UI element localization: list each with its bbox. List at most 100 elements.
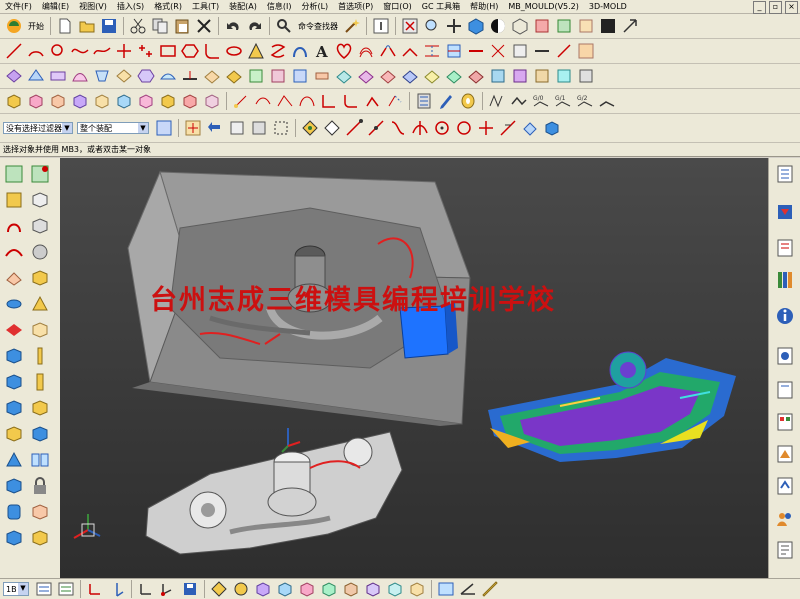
menu-analysis[interactable]: 分析(L) (296, 0, 333, 14)
through-curves-icon[interactable] (27, 67, 45, 85)
bom-icon[interactable] (4, 476, 24, 496)
hole-icon[interactable] (203, 92, 221, 110)
g0-continuity-icon[interactable]: G/0 (532, 92, 550, 110)
sketch-plane-icon[interactable] (30, 164, 50, 184)
drawing-icon[interactable] (30, 528, 50, 548)
wrap-curve-icon[interactable] (511, 42, 529, 60)
menu-mb-mould[interactable]: MB_MOULD(V5.2) (503, 0, 584, 14)
continuity-check-icon[interactable] (598, 92, 616, 110)
select-face-icon[interactable] (228, 119, 246, 137)
history-icon[interactable] (775, 346, 795, 366)
sketch-icon[interactable] (276, 92, 294, 110)
trim-sketch-icon[interactable] (364, 92, 382, 110)
surface-analysis-icon[interactable] (467, 67, 485, 85)
point-set-icon[interactable] (137, 42, 155, 60)
measure-angle-icon[interactable] (459, 580, 477, 598)
block-icon[interactable] (30, 268, 50, 288)
measure-distance-icon[interactable] (437, 580, 455, 598)
selection-filter-dropdown[interactable]: 没有选择过滤器 ▼ (3, 122, 73, 134)
back-arrow-icon[interactable] (206, 119, 224, 137)
open-folder-icon[interactable] (78, 17, 96, 35)
runner-icon[interactable] (30, 398, 50, 418)
move-object-icon[interactable] (210, 580, 228, 598)
menu-preferences[interactable]: 首选项(P) (333, 0, 378, 14)
gate-icon[interactable] (4, 398, 24, 418)
curve-rule-icon[interactable] (510, 92, 528, 110)
mirror-object-icon[interactable] (254, 580, 272, 598)
boolean-intersect-icon[interactable] (93, 92, 111, 110)
iso-view-icon[interactable] (467, 17, 485, 35)
wireframe-icon[interactable] (511, 17, 529, 35)
datum-axis-icon[interactable] (254, 92, 272, 110)
arc-center-icon[interactable] (433, 119, 451, 137)
pattern-icon[interactable] (415, 92, 433, 110)
color-icon[interactable] (599, 17, 617, 35)
pencil-icon[interactable] (437, 92, 455, 110)
trim-curve-icon[interactable] (555, 42, 573, 60)
through-mesh-icon[interactable] (49, 67, 67, 85)
shape-icon[interactable] (335, 42, 353, 60)
restore-icon[interactable]: ▫ (769, 1, 782, 14)
minimize-icon[interactable]: _ (753, 1, 766, 14)
x-form-icon[interactable] (357, 67, 375, 85)
g2-continuity-icon[interactable]: G/2 (576, 92, 594, 110)
cut-icon[interactable] (129, 17, 147, 35)
sketch-curve-icon[interactable] (298, 92, 316, 110)
extrude-icon[interactable] (5, 92, 23, 110)
wcs-save-icon[interactable] (181, 580, 199, 598)
swept-icon[interactable] (71, 67, 89, 85)
menu-tools[interactable]: 工具(T) (187, 0, 224, 14)
trim-sheet-icon[interactable] (225, 67, 243, 85)
drum-icon[interactable] (4, 502, 24, 522)
section-curve-icon[interactable] (467, 42, 485, 60)
electrode-icon[interactable] (30, 372, 50, 392)
close-icon[interactable]: × (785, 1, 798, 14)
sphere-icon[interactable] (30, 242, 50, 262)
face-blend-icon[interactable] (335, 67, 353, 85)
intersection-point-icon[interactable] (411, 119, 429, 137)
menu-view[interactable]: 视图(V) (74, 0, 112, 14)
book-icon[interactable] (30, 450, 50, 470)
layer-settings-icon[interactable] (35, 580, 53, 598)
extract-curve-icon[interactable] (489, 42, 507, 60)
menu-edit[interactable]: 编辑(E) (37, 0, 74, 14)
rectangle-icon[interactable] (159, 42, 177, 60)
end-point-icon[interactable] (345, 119, 363, 137)
show-icon[interactable] (555, 17, 573, 35)
redo-icon[interactable] (246, 17, 264, 35)
nx5-icon[interactable] (4, 320, 24, 340)
menu-gc-toolkit[interactable]: GC 工具箱 (417, 0, 465, 14)
boolean-subtract-icon[interactable] (71, 92, 89, 110)
cylinder-icon[interactable] (4, 294, 24, 314)
wcs-origin-icon[interactable] (86, 580, 104, 598)
paste-icon[interactable] (173, 17, 191, 35)
copy-object-icon[interactable] (298, 580, 316, 598)
command-finder-icon[interactable] (275, 17, 293, 35)
hide-icon[interactable] (533, 17, 551, 35)
sew-icon[interactable] (247, 67, 265, 85)
snap-all-icon[interactable] (301, 119, 319, 137)
split-tool-icon[interactable] (4, 216, 24, 236)
box-tool-icon[interactable] (30, 216, 50, 236)
sheet-metal-icon[interactable] (488, 92, 506, 110)
spline-icon[interactable] (71, 42, 89, 60)
chamfer-icon[interactable] (137, 92, 155, 110)
slider-icon[interactable] (30, 294, 50, 314)
law-curve-icon[interactable] (291, 42, 309, 60)
command-finder-button[interactable]: 命令查找器 (298, 21, 338, 32)
flange-icon[interactable] (533, 67, 551, 85)
delete-icon[interactable] (195, 17, 213, 35)
fillet-sketch-icon[interactable] (342, 92, 360, 110)
patch-tool-icon[interactable] (4, 268, 24, 288)
fillet-curve-icon[interactable] (203, 42, 221, 60)
snap-toggle-icon[interactable] (323, 119, 341, 137)
mesh-analysis-part[interactable] (488, 351, 736, 462)
global-shaping-icon[interactable] (423, 67, 441, 85)
tube-icon[interactable] (459, 92, 477, 110)
bridge-curve-icon[interactable] (379, 42, 397, 60)
start-icon[interactable] (5, 17, 23, 35)
layer-visible-icon[interactable] (57, 580, 75, 598)
point-icon[interactable] (115, 42, 133, 60)
untrim-icon[interactable] (445, 67, 463, 85)
point-on-curve-icon[interactable] (499, 119, 517, 137)
